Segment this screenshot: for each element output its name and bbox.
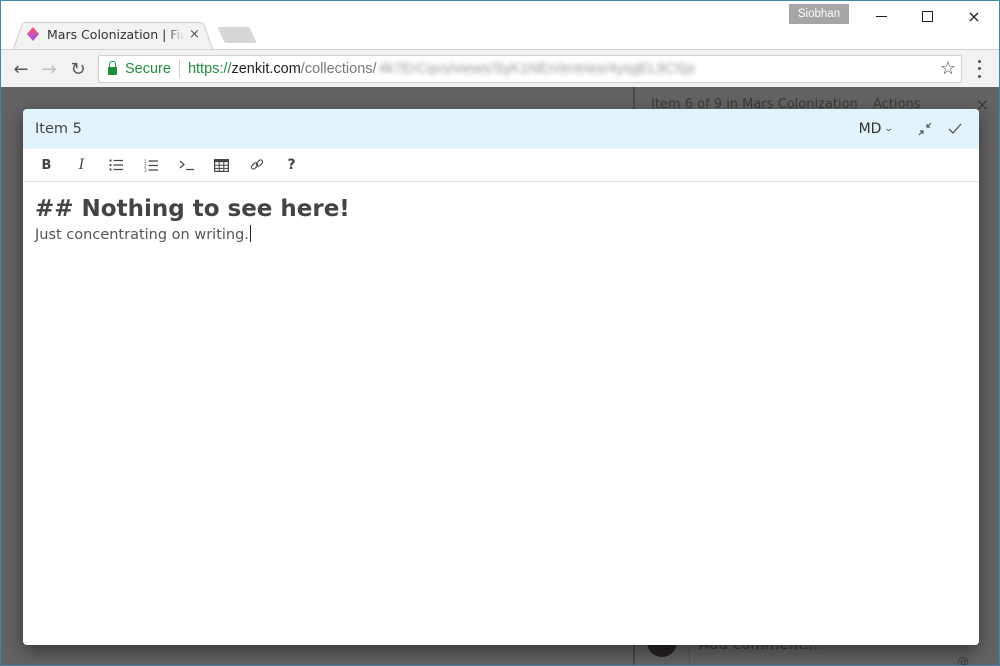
address-bar[interactable]: Secure https:// zenkit.com /collections/… (98, 55, 962, 83)
reload-button[interactable]: ↻ (66, 57, 90, 81)
help-button[interactable]: ? (274, 151, 309, 179)
markdown-editor-textarea[interactable]: ## Nothing to see here! Just concentrati… (23, 182, 979, 258)
link-icon (250, 159, 263, 170)
fullscreen-editor-modal: Item 5 MD ⌄ B I 123 ? ## Nothing to see … (23, 109, 979, 645)
checkmark-icon (948, 123, 962, 134)
address-separator (178, 60, 180, 78)
help-icon: ? (287, 157, 296, 173)
code-button[interactable] (169, 151, 204, 179)
arrow-left-icon: ← (13, 58, 29, 80)
svg-text:3: 3 (144, 168, 147, 172)
lock-icon (108, 61, 117, 75)
bullet-list-icon (109, 159, 123, 171)
italic-button[interactable]: I (64, 151, 99, 179)
format-select-value: MD (858, 121, 882, 137)
menu-dot (977, 60, 981, 64)
menu-dot (977, 67, 981, 71)
minimize-icon (875, 15, 887, 17)
title-bar: Mars Colonization | Find × Siobhan × (1, 1, 999, 49)
tab-title: Mars Colonization | Find (47, 26, 183, 42)
url-path: /collections/ (300, 61, 377, 77)
browser-window: Mars Colonization | Find × Siobhan × ← →… (1, 1, 999, 665)
bookmark-star-icon[interactable]: ☆ (940, 58, 956, 79)
zenkit-favicon-icon (27, 27, 39, 41)
bullet-list-button[interactable] (99, 151, 134, 179)
url-host: zenkit.com (231, 61, 301, 77)
maximize-button[interactable] (904, 5, 950, 27)
text-caret (249, 225, 251, 242)
reload-icon: ↻ (70, 58, 86, 80)
new-tab-button[interactable] (217, 27, 257, 43)
secure-label: Secure (125, 61, 171, 77)
close-icon: × (967, 6, 981, 26)
bold-button[interactable]: B (29, 151, 64, 179)
markdown-heading-line: ## Nothing to see here! (35, 196, 350, 222)
markdown-text-line: Just concentrating on writing. (35, 224, 967, 246)
maximize-icon (921, 10, 933, 22)
editor-header: Item 5 MD ⌄ (23, 109, 979, 149)
confirm-button[interactable] (943, 117, 967, 141)
arrow-right-icon: → (41, 58, 57, 80)
numbered-list-button[interactable]: 123 (134, 151, 169, 179)
close-window-button[interactable]: × (951, 5, 997, 27)
profile-badge[interactable]: Siobhan (789, 4, 849, 24)
bold-icon: B (41, 157, 52, 173)
tab-close-icon[interactable]: × (189, 27, 200, 42)
url-blurred-path: 4k7ErCqvs/views/SyK1NEn/entries/4ysgEL9C… (378, 61, 696, 77)
browser-menu-button[interactable] (971, 58, 987, 80)
collapse-icon (918, 122, 932, 136)
back-button[interactable]: ← (9, 57, 33, 81)
text-line-content: Just concentrating on writing. (35, 227, 249, 243)
numbered-list-icon: 123 (144, 159, 158, 172)
format-select[interactable]: MD ⌄ (858, 121, 895, 137)
italic-icon: I (78, 157, 85, 173)
editor-toolbar: B I 123 ? (23, 149, 979, 182)
table-button[interactable] (204, 151, 239, 179)
table-icon (214, 158, 229, 172)
mention-icon: @ (957, 655, 969, 665)
browser-toolbar: ← → ↻ Secure https:// zenkit.com /collec… (1, 49, 999, 87)
menu-dot (977, 74, 981, 78)
chevron-down-icon: ⌄ (883, 124, 895, 134)
editor-title: Item 5 (35, 121, 82, 137)
link-button[interactable] (239, 151, 274, 179)
minimize-button[interactable] (858, 5, 904, 27)
url-scheme: https:// (187, 61, 232, 77)
forward-button[interactable]: → (37, 57, 61, 81)
browser-tab[interactable]: Mars Colonization | Find × (21, 21, 211, 47)
terminal-icon (179, 160, 194, 171)
exit-fullscreen-button[interactable] (913, 117, 937, 141)
